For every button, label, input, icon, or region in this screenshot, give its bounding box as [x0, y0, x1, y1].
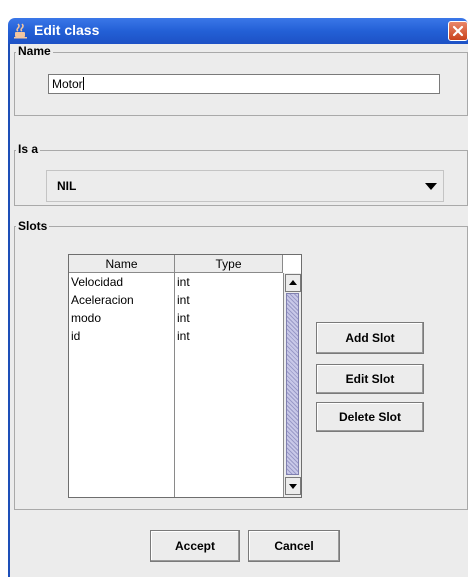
window-title: Edit class [34, 22, 100, 38]
isa-selected-value: NIL [57, 179, 77, 193]
class-name-value: Motor [52, 77, 83, 91]
chevron-down-icon [425, 183, 437, 190]
slot-type-cell[interactable]: int [177, 327, 190, 345]
arrow-up-icon [289, 280, 297, 285]
title-bar[interactable]: Edit class [8, 18, 468, 44]
slot-type-cell[interactable]: int [177, 309, 190, 327]
app-coffee-icon [14, 23, 28, 39]
slot-type-cell[interactable]: int [177, 291, 190, 309]
slot-name-cell[interactable]: id [71, 327, 80, 345]
column-divider [174, 273, 175, 497]
isa-legend: Is a [16, 142, 41, 156]
slots-legend: Slots [16, 219, 50, 233]
close-button[interactable] [448, 21, 468, 41]
slot-name-cell[interactable]: Aceleracion [71, 291, 134, 309]
delete-slot-button[interactable]: Delete Slot [316, 402, 424, 432]
scroll-thumb[interactable] [286, 293, 299, 475]
isa-dropdown[interactable]: NIL [46, 170, 444, 202]
scroll-up-button[interactable] [285, 274, 301, 292]
text-caret [82, 77, 84, 90]
slot-name-cell[interactable]: modo [71, 309, 101, 327]
add-slot-button[interactable]: Add Slot [316, 322, 424, 354]
close-icon [452, 25, 464, 37]
edit-slot-button[interactable]: Edit Slot [316, 364, 424, 394]
slots-table[interactable]: Name Type Velocidad int Aceleracion int … [68, 254, 302, 498]
slot-type-cell[interactable]: int [177, 273, 190, 291]
column-header-name[interactable]: Name [69, 255, 175, 273]
vertical-scrollbar[interactable] [283, 273, 301, 497]
arrow-down-icon [289, 484, 297, 489]
class-name-input[interactable]: Motor [48, 74, 440, 94]
name-legend: Name [16, 44, 53, 58]
cancel-button[interactable]: Cancel [248, 530, 340, 562]
slot-name-cell[interactable]: Velocidad [71, 273, 123, 291]
column-header-type[interactable]: Type [175, 255, 283, 273]
scroll-down-button[interactable] [285, 477, 301, 495]
accept-button[interactable]: Accept [150, 530, 240, 562]
